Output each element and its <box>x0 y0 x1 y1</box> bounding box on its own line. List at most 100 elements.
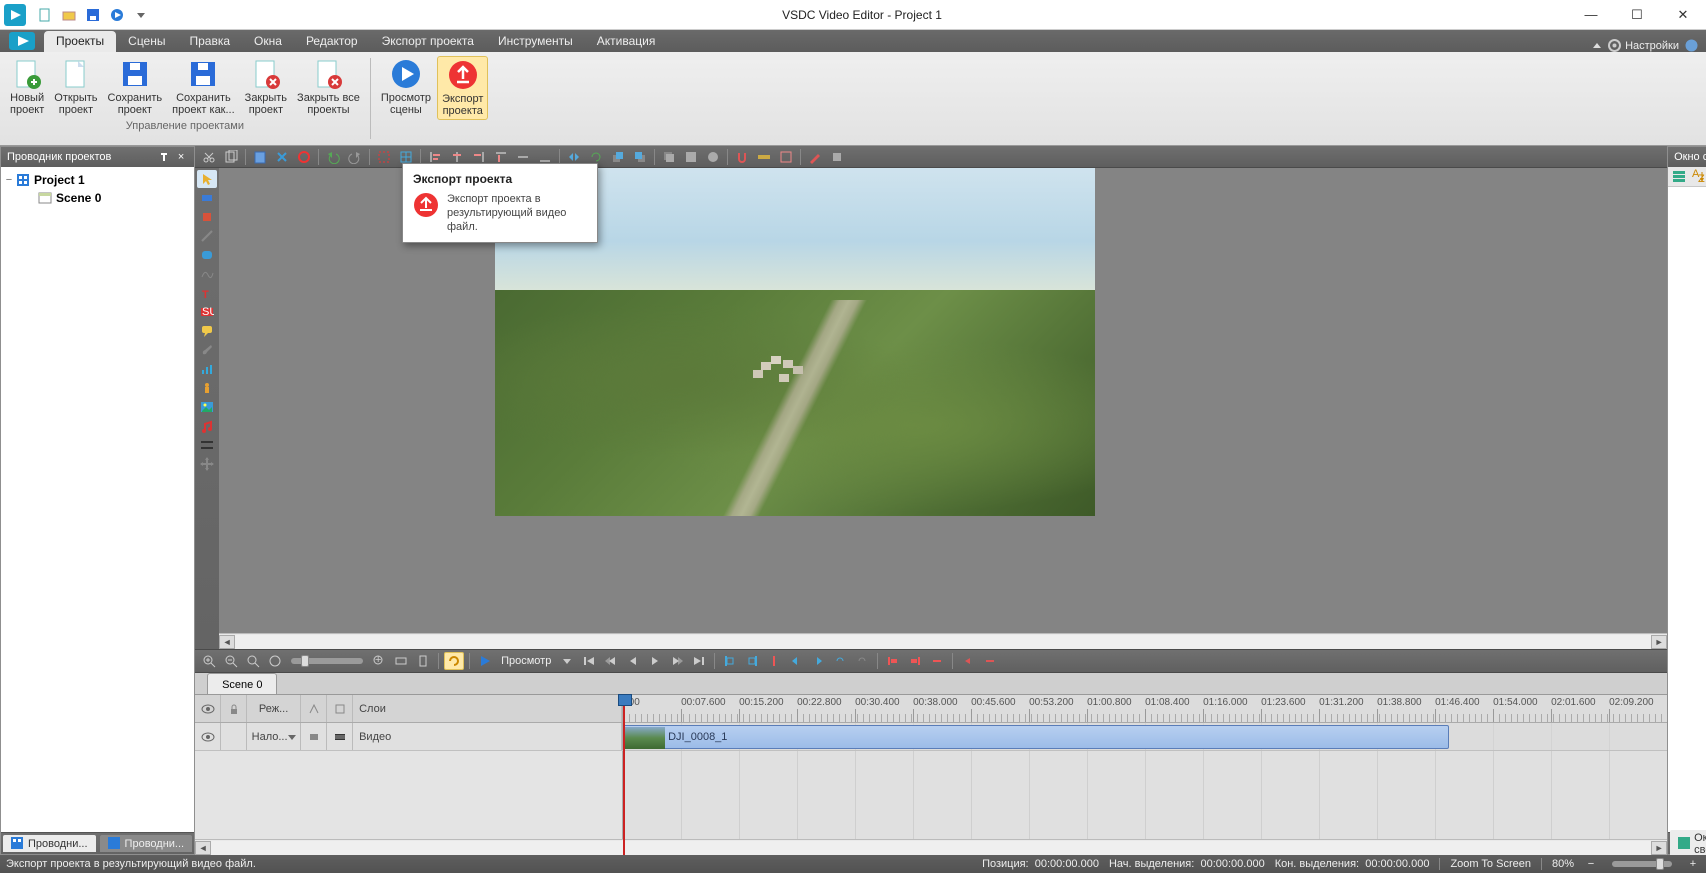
ribbon-tab-5[interactable]: Экспорт проекта <box>370 31 486 52</box>
video-tool-icon[interactable] <box>197 436 217 454</box>
tooltip-tool-icon[interactable] <box>197 322 217 340</box>
fit-width-icon[interactable] <box>391 652 411 670</box>
marquee-icon[interactable] <box>374 148 394 166</box>
export-project-button[interactable]: Экспорт проекта <box>437 56 488 120</box>
close-all-projects-button[interactable]: Закрыть все проекты <box>293 56 364 118</box>
status-zoom-slider[interactable] <box>1612 861 1672 867</box>
ribbon-tab-0[interactable]: Проекты <box>44 31 116 52</box>
bring-front-icon[interactable] <box>608 148 628 166</box>
dropdown-icon[interactable] <box>557 652 577 670</box>
step-back-icon[interactable] <box>601 652 621 670</box>
ribbon-tab-2[interactable]: Правка <box>178 31 243 52</box>
timeline-hscrollbar[interactable]: ◄ ► <box>195 839 1667 855</box>
ribbon-tab-4[interactable]: Редактор <box>294 31 370 52</box>
panel-close-icon[interactable]: × <box>174 150 188 164</box>
track-lock-icon[interactable] <box>221 723 247 750</box>
col-mode[interactable]: Реж... <box>247 695 301 722</box>
misc-icon-3[interactable] <box>827 148 847 166</box>
undo-icon[interactable] <box>323 148 343 166</box>
misc-icon-2[interactable] <box>703 148 723 166</box>
rect-tool-icon[interactable] <box>197 189 217 207</box>
col-fx-icon[interactable] <box>301 695 327 722</box>
pin-icon[interactable] <box>157 150 171 164</box>
text-tool-icon[interactable]: T <box>197 284 217 302</box>
prev-frame-icon[interactable] <box>623 652 643 670</box>
col-layers[interactable]: Слои <box>353 695 622 722</box>
maximize-button[interactable]: ☐ <box>1614 0 1660 30</box>
delete-icon[interactable] <box>272 148 292 166</box>
arrow-left-small-icon[interactable] <box>958 652 978 670</box>
close-button[interactable]: ✕ <box>1660 0 1706 30</box>
scene-tab[interactable]: Scene 0 <box>207 673 277 694</box>
scroll-right-icon[interactable]: ► <box>1651 635 1667 649</box>
tree-node-scene[interactable]: Scene 0 <box>3 189 192 207</box>
track-fx-icon[interactable] <box>301 723 327 750</box>
zoom-reset-icon[interactable] <box>265 652 285 670</box>
app-menu-button[interactable] <box>4 30 40 52</box>
person-tool-icon[interactable] <box>197 379 217 397</box>
remove-icon[interactable] <box>927 652 947 670</box>
trim-out-icon[interactable] <box>905 652 925 670</box>
track-area[interactable]: DJI_0008_1 <box>623 723 1667 750</box>
chart-tool-icon[interactable] <box>197 360 217 378</box>
expand-icon[interactable]: − <box>3 174 15 186</box>
free-shape-icon[interactable] <box>197 265 217 283</box>
square-tool-icon[interactable] <box>197 208 217 226</box>
grid-icon[interactable] <box>776 148 796 166</box>
save-project-button[interactable]: Сохранить проект <box>104 56 167 118</box>
preview-scene-button[interactable]: Просмотр сцены <box>377 56 435 120</box>
zoom-in-btn[interactable]: + <box>1686 858 1700 870</box>
zoom-fit-icon[interactable] <box>243 652 263 670</box>
scissors-icon[interactable] <box>199 148 219 166</box>
new-project-button[interactable]: Новый проект <box>6 56 48 118</box>
timeline-ruler[interactable]: 00000:07.60000:15.20000:22.80000:30.4000… <box>623 695 1667 722</box>
zoom-max-icon[interactable]: + <box>369 652 389 670</box>
copy-icon[interactable] <box>221 148 241 166</box>
layer-dup-icon[interactable] <box>659 148 679 166</box>
open-project-button[interactable]: Открыть проект <box>50 56 101 118</box>
marker-out-icon[interactable] <box>742 652 762 670</box>
next-frame-icon[interactable] <box>645 652 665 670</box>
ribbon-tab-7[interactable]: Активация <box>585 31 668 52</box>
tree-node-project[interactable]: − Project 1 <box>3 171 192 189</box>
ribbon-tab-6[interactable]: Инструменты <box>486 31 585 52</box>
redo-icon[interactable] <box>345 148 365 166</box>
panel-tab-explorer-2[interactable]: Проводни... <box>100 835 193 852</box>
circle-icon[interactable] <box>294 148 314 166</box>
minimize-button[interactable]: — <box>1568 0 1614 30</box>
send-back-icon[interactable] <box>630 148 650 166</box>
close-project-button[interactable]: Закрыть проект <box>241 56 291 118</box>
move-tool-icon[interactable] <box>197 455 217 473</box>
ribbon-tab-3[interactable]: Окна <box>242 31 294 52</box>
paste-icon[interactable] <box>250 148 270 166</box>
col-icon-icon[interactable] <box>327 695 353 722</box>
playhead[interactable] <box>623 695 625 855</box>
project-tree[interactable]: − Project 1 Scene 0 <box>1 167 194 832</box>
col-lock-icon[interactable] <box>221 695 247 722</box>
audio-tool-icon[interactable] <box>197 417 217 435</box>
track-mode[interactable]: Нало... <box>247 723 301 750</box>
ribbon-tab-1[interactable]: Сцены <box>116 31 177 52</box>
misc-icon-1[interactable] <box>681 148 701 166</box>
settings-button[interactable]: Настройки <box>1608 39 1679 52</box>
panel-tab-props[interactable]: Окно сво... <box>1670 830 1706 858</box>
brush-tool-icon[interactable] <box>197 341 217 359</box>
collapse-ribbon-icon[interactable] <box>1592 41 1602 51</box>
save-project-as-button[interactable]: Сохранить проект как... <box>168 56 239 118</box>
qat-save-icon[interactable] <box>84 6 102 24</box>
fit-height-icon[interactable] <box>413 652 433 670</box>
shift-left-icon[interactable] <box>786 652 806 670</box>
unlink-icon[interactable] <box>852 652 872 670</box>
shift-right-icon[interactable] <box>808 652 828 670</box>
snap-icon[interactable] <box>732 148 752 166</box>
help-button[interactable] <box>1685 39 1698 52</box>
subtitle-tool-icon[interactable]: SUB <box>197 303 217 321</box>
step-fwd-icon[interactable] <box>667 652 687 670</box>
ellipse-tool-icon[interactable] <box>197 246 217 264</box>
scroll-left-icon[interactable]: ◄ <box>219 635 235 649</box>
panel-tab-explorer-1[interactable]: Проводни... <box>3 835 96 852</box>
zoom-out-btn[interactable]: − <box>1584 858 1598 870</box>
preview-hscrollbar[interactable]: ◄ ► <box>219 633 1667 649</box>
sort-categorized-icon[interactable] <box>1672 169 1688 185</box>
cursor-tool-icon[interactable] <box>197 170 217 188</box>
